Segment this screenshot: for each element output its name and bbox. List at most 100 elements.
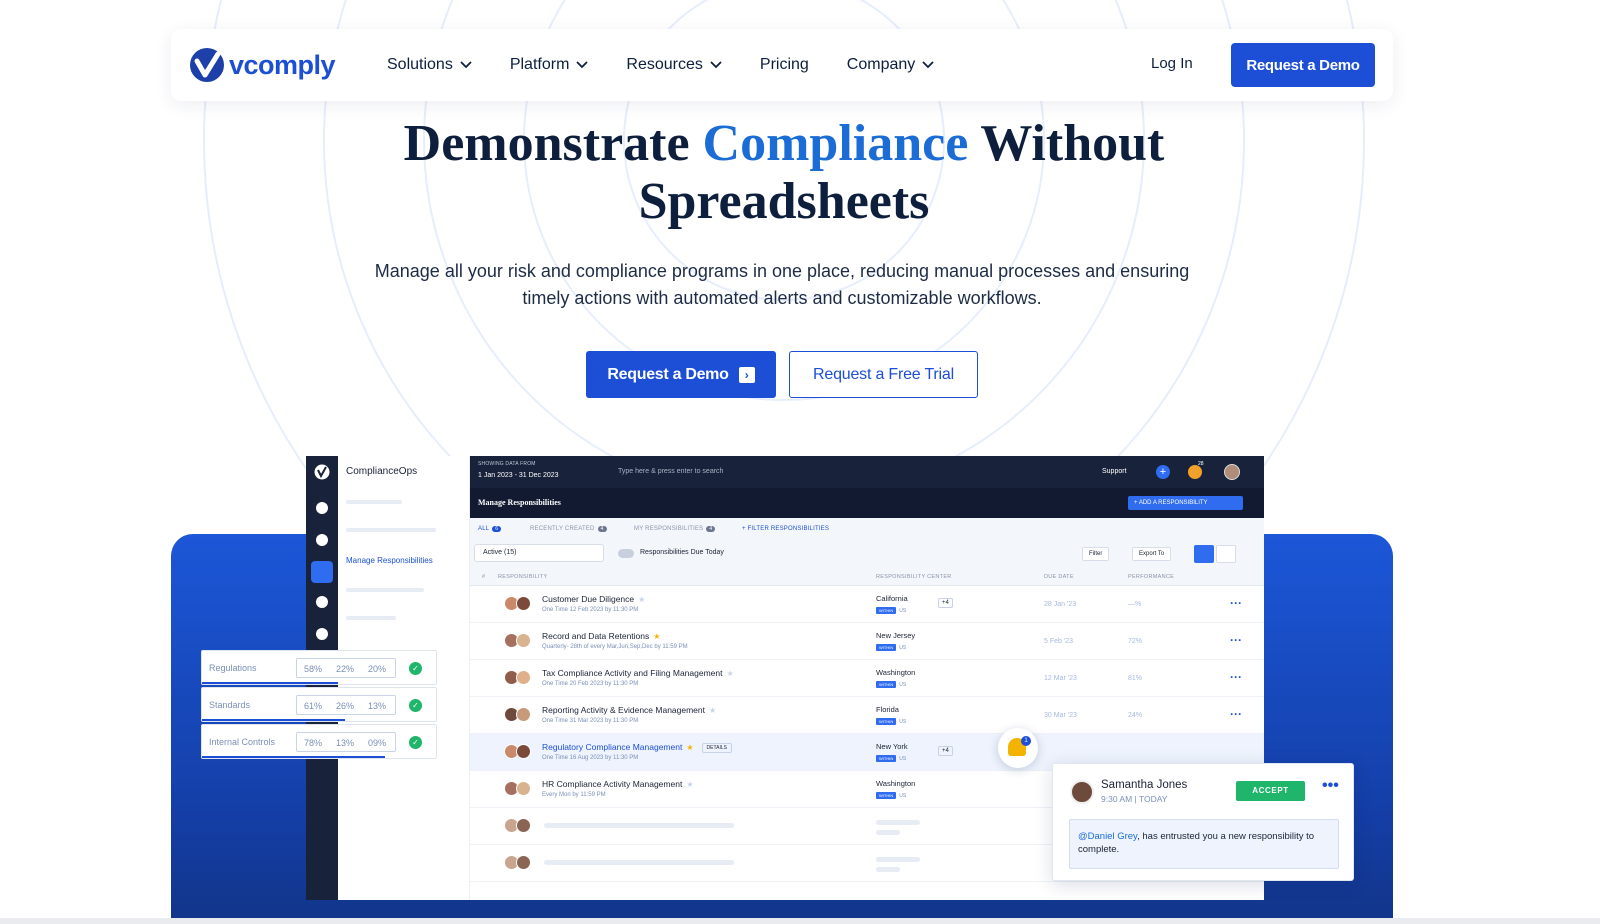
due-date: 28 Jan '23 xyxy=(1044,601,1077,608)
nav-settings-icon[interactable] xyxy=(316,628,328,640)
hero-title-line2: Spreadsheets xyxy=(638,173,930,230)
more-centers-badge[interactable]: +4 xyxy=(938,746,953,756)
nav-grid-icon[interactable] xyxy=(316,502,328,514)
center-scope: WITHIN US xyxy=(876,755,906,762)
vcomply-logo[interactable]: vcomply xyxy=(189,47,336,83)
more-centers-badge[interactable]: +4 xyxy=(938,598,953,608)
row-actions-icon[interactable]: ··· xyxy=(1230,707,1242,721)
due-date: 12 Mar '23 xyxy=(1044,675,1077,682)
column-header: DUE DATE xyxy=(1044,574,1074,580)
menu-company[interactable]: Company xyxy=(847,56,934,74)
login-link[interactable]: Log In xyxy=(1151,55,1193,72)
row-actions-icon[interactable]: ··· xyxy=(1230,596,1242,610)
tab-count: 6 xyxy=(492,526,502,532)
menu-resources[interactable]: Resources xyxy=(626,56,722,74)
menu-platform[interactable]: Platform xyxy=(510,56,589,74)
menu-solutions[interactable]: Solutions xyxy=(387,56,472,74)
date-range-picker[interactable]: 1 Jan 2023 - 31 Dec 2023 xyxy=(478,472,559,479)
center-scope: WITHIN US xyxy=(876,607,906,614)
sender-avatar xyxy=(1070,780,1094,804)
responsibility-title: Customer Due Diligence xyxy=(542,594,635,604)
star-icon[interactable]: ★ xyxy=(686,743,693,752)
more-options-icon[interactable]: ••• xyxy=(1322,777,1339,795)
scope-value: US xyxy=(899,793,907,799)
tab-recently-created[interactable]: RECENTLY CREATED 4 xyxy=(530,526,607,532)
filter-button[interactable]: Filter xyxy=(1082,547,1110,561)
avatar xyxy=(516,781,531,796)
sidebar-item-manage-responsibilities[interactable]: Manage Responsibilities xyxy=(346,556,433,565)
avatar xyxy=(516,707,531,722)
due-date: 30 Mar '23 xyxy=(1044,712,1077,719)
nav-shield-icon[interactable] xyxy=(316,534,328,546)
notification-bell-bubble[interactable]: 1 xyxy=(998,728,1038,768)
responsibility-schedule: Every Mon by 11:59 PM xyxy=(542,792,606,798)
menu-pricing[interactable]: Pricing xyxy=(760,56,809,74)
responsibility-center: Washington xyxy=(876,668,916,677)
page-title: Manage Responsibilities xyxy=(478,498,561,507)
assignee-avatars xyxy=(504,707,534,723)
tab-filter-responsibilities[interactable]: + FILTER RESPONSIBILITIES xyxy=(742,526,829,532)
user-avatar[interactable] xyxy=(1224,464,1240,480)
metric-value: 13% xyxy=(368,701,387,711)
tab-all[interactable]: ALL 6 xyxy=(478,526,502,532)
responsibility-name[interactable]: HR Compliance Activity Management ★ xyxy=(542,779,693,789)
skeleton-line xyxy=(876,830,900,835)
status-select[interactable]: Active (15) xyxy=(474,544,604,562)
calendar-view-icon[interactable] xyxy=(1216,545,1236,563)
user-mention[interactable]: @Daniel Grey xyxy=(1078,831,1137,842)
due-today-toggle[interactable] xyxy=(618,549,634,558)
center-scope: WITHIN US xyxy=(876,792,906,799)
plus-icon[interactable]: + xyxy=(1156,465,1170,479)
assignee-avatars xyxy=(504,633,534,649)
row-actions-icon[interactable]: ··· xyxy=(1230,670,1242,684)
responsibility-center: New York xyxy=(876,742,908,751)
nav-report-icon[interactable] xyxy=(316,596,328,608)
support-link[interactable]: Support xyxy=(1102,468,1127,475)
bell-icon[interactable] xyxy=(1188,465,1202,479)
metric-label: Standards xyxy=(209,700,251,710)
table-row[interactable]: Reporting Activity & Evidence Management… xyxy=(470,697,1264,734)
star-icon[interactable]: ★ xyxy=(638,595,645,604)
metric-row-regulations: Regulations 58% 22% 20% ✓ xyxy=(201,650,437,685)
responsibility-schedule: One Time 16 Aug 2023 by 11:30 PM xyxy=(542,755,639,761)
accept-button[interactable]: ACCEPT xyxy=(1236,781,1305,801)
star-icon[interactable]: ★ xyxy=(709,706,716,715)
hero-request-demo-button[interactable]: Request a Demo › xyxy=(586,351,776,398)
responsibility-name[interactable]: Customer Due Diligence ★ xyxy=(542,594,645,604)
star-icon[interactable]: ★ xyxy=(686,780,693,789)
metric-progress-bar xyxy=(202,719,345,721)
row-actions-icon[interactable]: ··· xyxy=(1230,633,1242,647)
table-row[interactable]: Customer Due Diligence ★ One Time 12 Feb 2… xyxy=(470,586,1264,623)
star-icon[interactable]: ★ xyxy=(726,669,733,678)
column-header: RESPONSIBILITY CENTER xyxy=(876,574,952,580)
column-header[interactable]: PERFORMANCE xyxy=(1128,574,1174,580)
top-navigation: vcomply Solutions Platform Resources Pri… xyxy=(171,29,1393,101)
center-scope: WITHIN US xyxy=(876,681,906,688)
add-responsibility-button[interactable]: + ADD A RESPONSIBILITY xyxy=(1128,496,1243,510)
metric-label: Regulations xyxy=(209,663,257,673)
responsibility-schedule: One Time 12 Feb 2023 by 11:30 PM xyxy=(542,607,639,613)
tab-my-responsibilities[interactable]: MY RESPONSIBILITIES 4 xyxy=(634,526,716,532)
details-button[interactable]: DETAILS xyxy=(701,742,732,753)
responsibility-name[interactable]: Tax Compliance Activity and Filing Manag… xyxy=(542,668,734,678)
nav-request-demo-button[interactable]: Request a Demo xyxy=(1231,43,1375,87)
nav-compliance-icon[interactable] xyxy=(311,561,333,583)
table-row[interactable]: Record and Data Retentions ★ Quarterly- 28… xyxy=(470,623,1264,660)
app-search-input[interactable]: Type here & press enter to search xyxy=(618,468,723,475)
bell-count: 1 xyxy=(1021,736,1031,746)
assignee-avatars xyxy=(504,596,534,612)
list-view-icon[interactable] xyxy=(1194,545,1214,563)
scope-value: US xyxy=(899,608,907,614)
responsibility-name[interactable]: Reporting Activity & Evidence Management… xyxy=(542,705,716,715)
responsibility-name[interactable]: Regulatory Compliance Management ★ DETAILS xyxy=(542,742,732,753)
responsibility-name[interactable]: Record and Data Retentions ★ xyxy=(542,631,660,641)
notification-count: 28 xyxy=(1198,461,1204,467)
responsibility-schedule: One Time 20 Feb 2023 by 11:30 PM xyxy=(542,681,639,687)
export-button[interactable]: Export To xyxy=(1132,547,1172,561)
metric-values: 61% 26% 13% xyxy=(296,695,396,715)
arrow-right-icon: › xyxy=(738,366,755,383)
responsibility-title: Record and Data Retentions xyxy=(542,631,650,641)
hero-free-trial-button[interactable]: Request a Free Trial xyxy=(789,351,978,398)
star-icon[interactable]: ★ xyxy=(653,632,660,641)
table-row[interactable]: Tax Compliance Activity and Filing Manag… xyxy=(470,660,1264,697)
